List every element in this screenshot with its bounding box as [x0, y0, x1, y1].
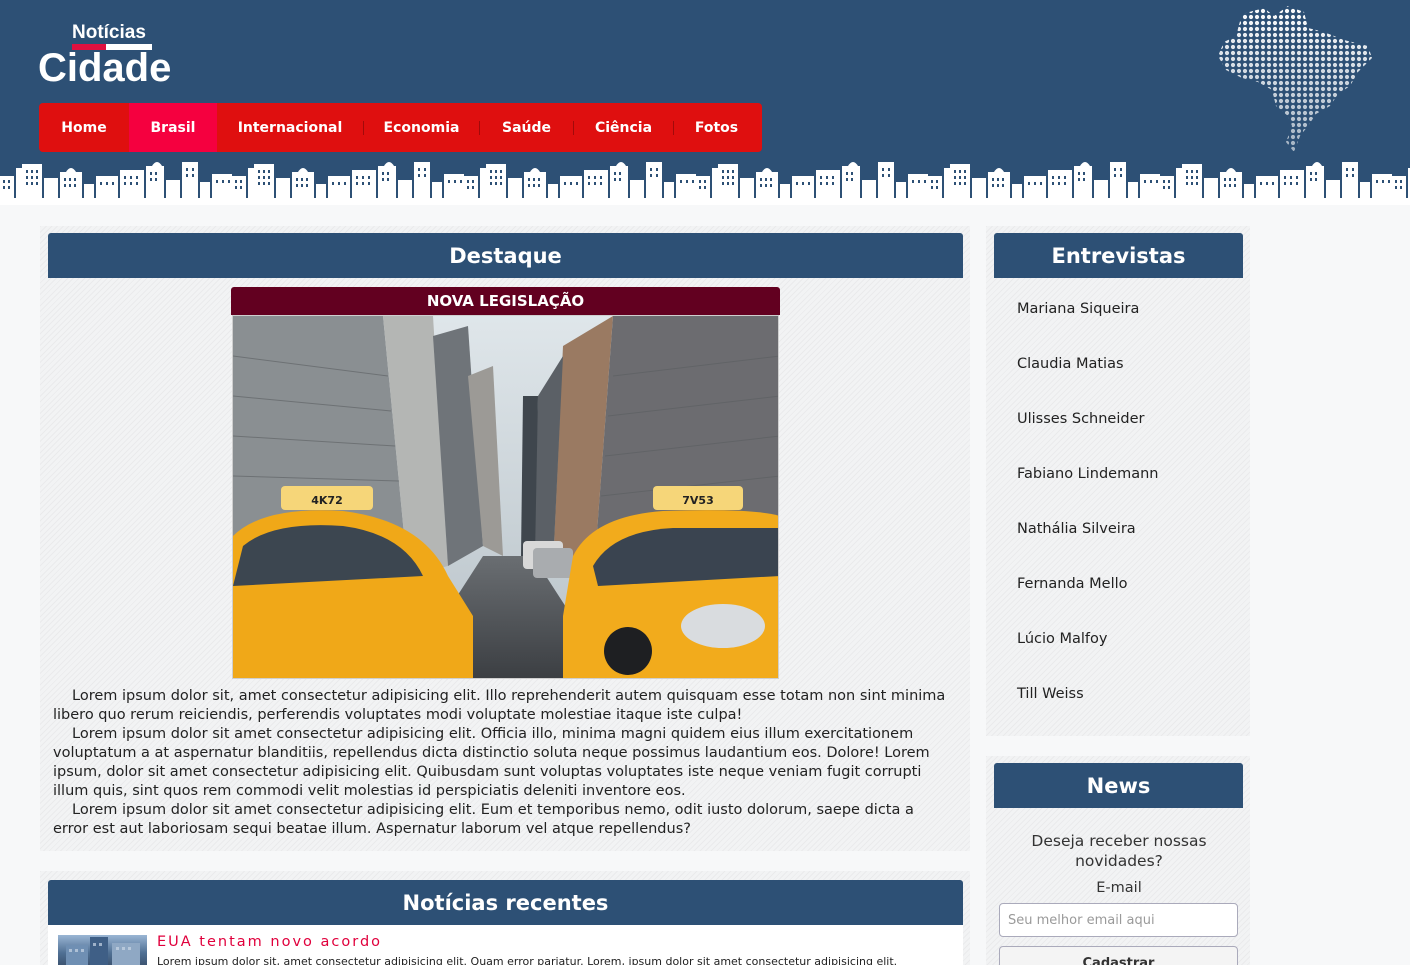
taxi-sign-right: 7V53 — [682, 494, 713, 507]
feature-article-text: Lorem ipsum dolor sit, amet consectetur … — [53, 687, 948, 839]
city-skyline-decoration — [0, 158, 1410, 205]
nav-item-saude[interactable]: Saúde — [480, 103, 573, 152]
taxi-sign-left: 4K72 — [311, 494, 343, 507]
feature-image[interactable]: 4K72 7V53 — [232, 315, 779, 679]
main-nav: Home Brasil Internacional Economia Saúde… — [39, 103, 762, 152]
nav-item-fotos[interactable]: Fotos — [674, 103, 759, 152]
email-input[interactable] — [999, 903, 1238, 937]
article-paragraph: Lorem ipsum dolor sit amet consectetur a… — [53, 726, 930, 799]
feature-title[interactable]: NOVA LEGISLAÇÃO — [231, 287, 780, 315]
site-logo[interactable]: Notícias Cidade — [38, 20, 188, 90]
nav-item-ciencia[interactable]: Ciência — [574, 103, 673, 152]
article-paragraph: Lorem ipsum dolor sit, amet consectetur … — [53, 688, 946, 723]
recent-news-title[interactable]: EUA tentam novo acordo — [157, 934, 382, 950]
interview-item[interactable]: Lúcio Malfoy — [1017, 631, 1107, 647]
nav-item-economia[interactable]: Economia — [364, 103, 479, 152]
newsletter-heading: News — [994, 763, 1243, 808]
nav-item-home[interactable]: Home — [39, 103, 129, 152]
newsletter-question: Deseja receber nossas novidades? — [1031, 832, 1207, 870]
interview-item[interactable]: Nathália Silveira — [1017, 521, 1136, 537]
logo-top-text: Notícias — [72, 22, 146, 43]
article-paragraph: Lorem ipsum dolor sit amet consectetur a… — [53, 802, 914, 837]
email-label: E-mail — [1096, 880, 1142, 896]
brazil-map-icon — [1218, 6, 1372, 152]
nav-item-brasil[interactable]: Brasil — [129, 103, 217, 152]
taxi-street-photo: 4K72 7V53 — [233, 316, 778, 678]
nav-item-internacional[interactable]: Internacional — [217, 103, 363, 152]
recent-news-excerpt: Lorem ipsum dolor sit, amet consectetur … — [157, 955, 898, 965]
interview-item[interactable]: Fernanda Mello — [1017, 576, 1128, 592]
interview-item[interactable]: Till Weiss — [1017, 686, 1084, 702]
interview-item[interactable]: Ulisses Schneider — [1017, 411, 1144, 427]
recentes-heading: Notícias recentes — [48, 880, 963, 925]
destaque-heading: Destaque — [48, 233, 963, 278]
recent-news-thumbnail[interactable] — [58, 935, 147, 965]
interview-item[interactable]: Claudia Matias — [1017, 356, 1124, 372]
logo-main-text: Cidade — [38, 46, 172, 90]
subscribe-button[interactable]: Cadastrar — [999, 946, 1238, 965]
building-photo — [66, 937, 140, 965]
site-header: Notícias Cidade Home Brasil Internaciona… — [0, 0, 1410, 205]
interview-item[interactable]: Mariana Siqueira — [1017, 301, 1139, 317]
interview-item[interactable]: Fabiano Lindemann — [1017, 466, 1159, 482]
entrevistas-heading: Entrevistas — [994, 233, 1243, 278]
